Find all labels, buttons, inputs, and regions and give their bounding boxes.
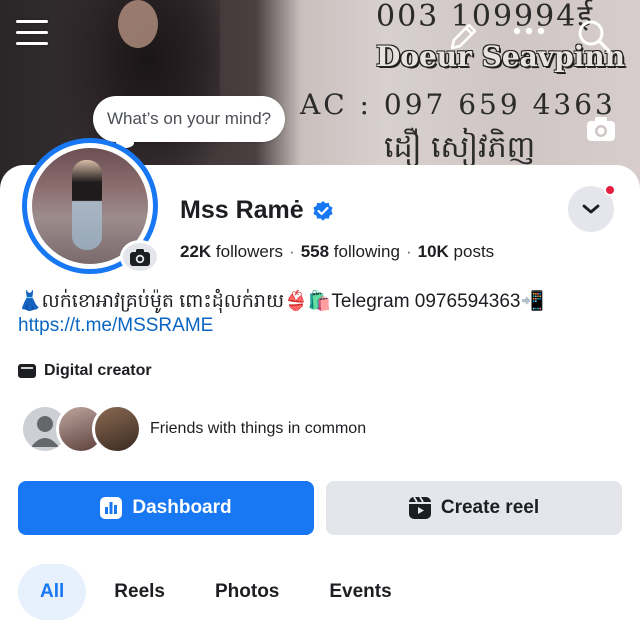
notification-dot <box>604 184 616 196</box>
dashboard-icon <box>100 497 123 519</box>
profile-tabs: All Reels Photos Events <box>18 564 420 620</box>
category-label: Digital creator <box>44 362 152 379</box>
profile-name: Mss Ramė <box>180 196 304 224</box>
video-category-icon <box>18 364 36 378</box>
followers-stat[interactable]: 22K followers <box>180 242 283 261</box>
chevron-down-icon <box>582 204 600 214</box>
create-reel-label: Create reel <box>440 497 540 518</box>
dashboard-button[interactable]: Dashboard <box>18 481 314 535</box>
avatar-camera-button[interactable] <box>120 240 160 274</box>
create-reel-button[interactable]: Create reel <box>326 481 622 535</box>
cover-person-face <box>118 0 158 48</box>
friends-text: Friends with things in common <box>150 420 367 437</box>
camera-icon <box>130 249 150 266</box>
tab-photos[interactable]: Photos <box>193 564 301 620</box>
bio-text: 👗លក់ខោអាវគ្រប់ម៉ូត ពោះដុំលក់រាយ👙🛍️Telegr… <box>18 291 545 312</box>
profile-category: Digital creator <box>18 362 152 380</box>
status-prompt-bubble[interactable]: What’s on your mind? <box>93 96 286 142</box>
posts-stat[interactable]: 10K posts <box>418 242 495 261</box>
tab-events[interactable]: Events <box>307 564 413 620</box>
profile-stats: 22K followers · 558 following · 10K posts <box>180 242 495 261</box>
profile-bio: 👗លក់ខោអាវគ្រប់ម៉ូត ពោះដុំលក់រាយ👙🛍️Telegr… <box>18 290 628 338</box>
tab-reels[interactable]: Reels <box>92 564 187 620</box>
bio-link[interactable]: https://t.me/MSSRAME <box>18 314 628 338</box>
profile-name-row: Mss Ramė <box>180 196 334 225</box>
following-stat[interactable]: 558 following <box>301 242 400 261</box>
more-options-icon[interactable] <box>512 26 546 36</box>
tab-all[interactable]: All <box>18 564 87 620</box>
cover-camera-icon[interactable] <box>584 112 618 146</box>
avatar-person-image <box>72 160 102 250</box>
mutual-friends-row[interactable]: Friends with things in common <box>20 404 366 454</box>
cover-text-account: AC : 097 659 4363 <box>300 88 616 121</box>
cover-text-top: 003 109994ई <box>376 0 595 34</box>
friend-avatar <box>92 404 142 454</box>
dashboard-label: Dashboard <box>132 497 232 518</box>
pencil-icon[interactable] <box>446 20 480 54</box>
reel-icon <box>408 497 431 519</box>
verified-badge-icon <box>313 200 333 221</box>
search-icon[interactable] <box>576 18 612 54</box>
menu-icon[interactable] <box>16 20 48 46</box>
